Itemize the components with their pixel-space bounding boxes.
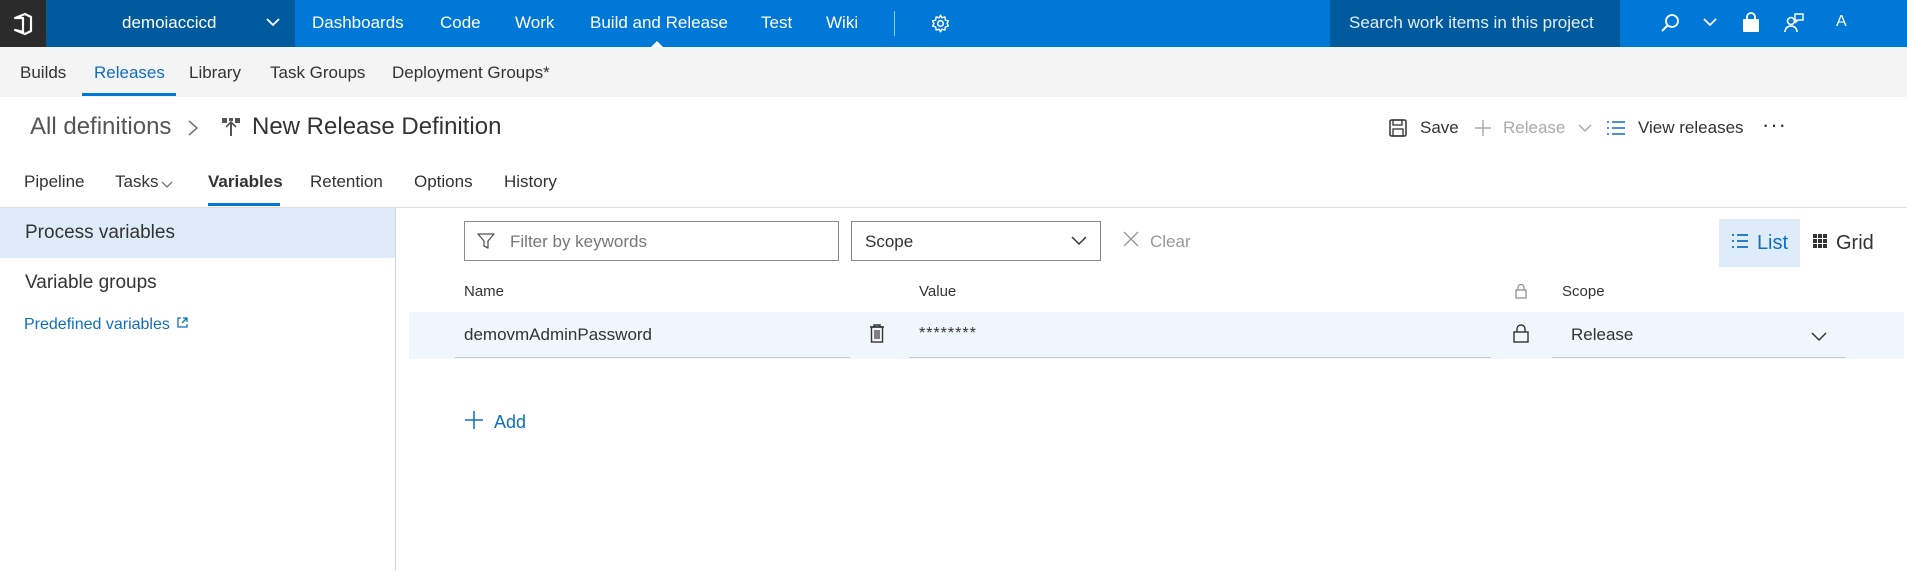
list-icon xyxy=(1731,232,1749,255)
top-bar: demoiaccicd Dashboards Code Work Build a… xyxy=(0,0,1907,47)
column-header-scope: Scope xyxy=(1562,283,1605,300)
variables-nav-panel: Process variables Variable groups Predef… xyxy=(0,208,396,571)
nav-variable-groups-label: Variable groups xyxy=(25,272,157,293)
subnav-releases[interactable]: Releases xyxy=(94,63,165,83)
save-button[interactable]: Save xyxy=(1388,118,1459,138)
breadcrumb-all-definitions[interactable]: All definitions xyxy=(30,113,171,141)
delete-icon[interactable] xyxy=(868,323,886,348)
tab-variables[interactable]: Variables xyxy=(208,172,283,192)
clear-filter-button[interactable]: Clear xyxy=(1122,230,1191,253)
feedback-icon[interactable] xyxy=(1783,12,1805,39)
grid-icon xyxy=(1812,232,1828,255)
nav-process-variables[interactable]: Process variables xyxy=(0,208,395,258)
subnav-deployment-groups[interactable]: Deployment Groups* xyxy=(392,63,550,83)
list-view-button[interactable]: List xyxy=(1719,219,1800,267)
hub-work[interactable]: Work xyxy=(515,13,554,33)
view-releases-label: View releases xyxy=(1638,118,1744,137)
nav-process-variables-label: Process variables xyxy=(25,222,175,243)
chevron-down-icon xyxy=(1070,234,1088,253)
filter-input[interactable]: Filter by keywords xyxy=(464,221,839,261)
tab-options[interactable]: Options xyxy=(414,172,473,192)
plus-icon xyxy=(464,410,484,435)
hub-code[interactable]: Code xyxy=(440,13,481,33)
scope-dropdown-label: Scope xyxy=(865,232,914,251)
hub-dashboards[interactable]: Dashboards xyxy=(312,13,404,33)
close-icon xyxy=(1122,230,1140,253)
active-subnav-indicator xyxy=(82,93,176,96)
predefined-variables-label: Predefined variables xyxy=(24,316,170,333)
release-button[interactable]: Release xyxy=(1473,118,1593,138)
grid-view-label: Grid xyxy=(1836,231,1874,254)
subnav-library[interactable]: Library xyxy=(189,63,241,83)
tab-tasks[interactable]: Tasks xyxy=(115,172,158,192)
gear-icon[interactable] xyxy=(930,13,951,39)
chevron-down-icon[interactable] xyxy=(160,178,174,197)
column-header-name: Name xyxy=(464,283,505,300)
filter-placeholder: Filter by keywords xyxy=(510,232,647,251)
save-label: Save xyxy=(1420,118,1459,137)
more-options-button[interactable]: ··· xyxy=(1762,112,1787,138)
project-name: demoiaccicd xyxy=(122,13,217,32)
lock-icon[interactable] xyxy=(1512,323,1530,348)
avatar[interactable]: A xyxy=(1836,13,1847,31)
sub-navigation: Builds Releases Library Task Groups Depl… xyxy=(0,47,1907,97)
external-link-icon xyxy=(176,316,189,334)
chevron-down-icon xyxy=(264,13,282,36)
list-icon xyxy=(1606,119,1626,137)
scope-dropdown[interactable]: Scope xyxy=(851,221,1101,261)
variable-scope-value: Release xyxy=(1571,325,1634,344)
predefined-variables-link[interactable]: Predefined variables xyxy=(24,316,189,334)
release-definition-icon xyxy=(220,116,242,143)
tab-pipeline[interactable]: Pipeline xyxy=(24,172,85,192)
variable-scope-dropdown[interactable]: Release xyxy=(1552,313,1846,358)
marketplace-bag-icon[interactable] xyxy=(1741,12,1761,39)
tab-history[interactable]: History xyxy=(504,172,557,192)
lock-icon xyxy=(1514,283,1528,304)
search-placeholder: Search work items in this project xyxy=(1349,13,1594,32)
chevron-right-icon xyxy=(186,118,200,143)
more-icon: ··· xyxy=(1762,112,1787,137)
project-selector[interactable]: demoiaccicd xyxy=(46,0,295,47)
hub-build-and-release[interactable]: Build and Release xyxy=(590,13,728,33)
hub-wiki[interactable]: Wiki xyxy=(826,13,858,33)
filter-icon xyxy=(477,232,495,255)
search-input[interactable]: Search work items in this project xyxy=(1330,0,1620,47)
subnav-task-groups[interactable]: Task Groups xyxy=(270,63,365,83)
search-icon[interactable] xyxy=(1659,12,1681,39)
variable-value-field[interactable]: ******** xyxy=(909,313,1491,358)
column-header-value: Value xyxy=(919,283,957,300)
release-label: Release xyxy=(1503,118,1566,137)
save-icon xyxy=(1388,118,1408,138)
subnav-builds[interactable]: Builds xyxy=(20,63,66,83)
list-view-label: List xyxy=(1756,231,1789,254)
tab-retention[interactable]: Retention xyxy=(310,172,383,192)
vsts-logo-icon[interactable] xyxy=(0,0,46,47)
hub-test[interactable]: Test xyxy=(761,13,792,33)
plus-icon xyxy=(1473,118,1493,138)
clear-label: Clear xyxy=(1150,231,1191,251)
variable-name-field[interactable]: demovmAdminPassword xyxy=(455,313,850,358)
page-title[interactable]: New Release Definition xyxy=(252,113,501,141)
chevron-down-icon[interactable] xyxy=(1701,13,1719,36)
chevron-down-icon xyxy=(1810,329,1828,349)
grid-view-button[interactable]: Grid xyxy=(1812,219,1874,267)
variable-value-masked: ******** xyxy=(919,325,977,342)
add-variable-button[interactable]: Add xyxy=(464,410,526,435)
chevron-down-icon xyxy=(1577,120,1593,136)
add-label: Add xyxy=(494,412,527,432)
variable-name-value: demovmAdminPassword xyxy=(464,325,653,344)
view-releases-button[interactable]: View releases xyxy=(1606,118,1744,138)
divider xyxy=(894,11,895,36)
active-tab-indicator xyxy=(208,203,280,206)
